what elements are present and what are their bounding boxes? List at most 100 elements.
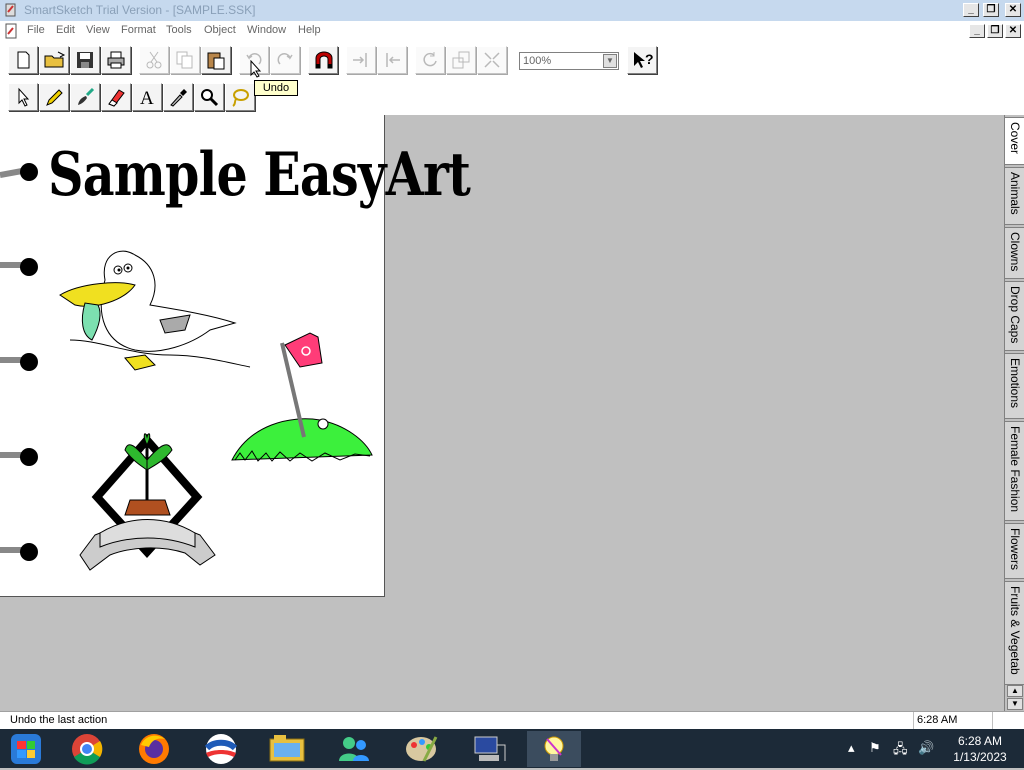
- eyedropper-tool-button[interactable]: [163, 83, 193, 111]
- save-button[interactable]: [70, 46, 100, 74]
- tab-label: Female Fashion: [1008, 426, 1022, 513]
- lasso-tool-button[interactable]: [225, 83, 255, 111]
- network-icon[interactable]: 🖧: [893, 740, 908, 762]
- save-disk-icon: [77, 52, 93, 68]
- brush-tool-button[interactable]: [70, 83, 100, 111]
- redo-arrow-icon: [277, 53, 293, 65]
- doc-restore-button[interactable]: ❐: [987, 24, 1003, 38]
- tab-clowns[interactable]: Clowns: [1005, 227, 1024, 279]
- tab-scroll-down-button[interactable]: ▼: [1007, 698, 1023, 710]
- taskbar-chrome[interactable]: [60, 731, 114, 767]
- smartsketch-app-icon[interactable]: [3, 2, 19, 18]
- taskbar-file-explorer[interactable]: [260, 731, 314, 767]
- paste-button[interactable]: [201, 46, 231, 74]
- menu-edit[interactable]: Edit: [56, 24, 75, 36]
- pencil-tool-button[interactable]: [39, 83, 69, 111]
- arrow-pointer-icon: [18, 87, 30, 107]
- pelican-clipart[interactable]: [59, 250, 251, 371]
- pencil-icon: [46, 89, 63, 106]
- category-tabs: Cover Animals Clowns Drop Caps Emotions …: [1004, 115, 1024, 711]
- menu-view[interactable]: View: [86, 24, 110, 36]
- start-orb-icon: [11, 734, 41, 764]
- group-button[interactable]: [446, 46, 476, 74]
- title-bar: SmartSketch Trial Version - [SAMPLE.SSK]…: [0, 0, 1024, 21]
- menu-format[interactable]: Format: [121, 24, 156, 36]
- doc-minimize-button[interactable]: _: [969, 24, 985, 38]
- text-tool-button[interactable]: A: [132, 83, 162, 111]
- context-help-button[interactable]: ?: [627, 46, 657, 74]
- cut-button[interactable]: [139, 46, 169, 74]
- rotate-button[interactable]: [415, 46, 445, 74]
- svg-text:A: A: [140, 88, 154, 107]
- paint-palette-icon: [406, 736, 438, 762]
- tab-label: Cover: [1008, 122, 1022, 155]
- minimize-button[interactable]: _: [963, 3, 979, 17]
- mouse-cursor-icon: [250, 60, 262, 78]
- tab-label: Clowns: [1008, 232, 1022, 272]
- chrome-icon: [72, 734, 103, 765]
- clipart-library-button[interactable]: [308, 46, 338, 74]
- tab-female-fashion[interactable]: Female Fashion: [1005, 421, 1024, 521]
- start-button[interactable]: [0, 731, 54, 767]
- send-backward-button[interactable]: [377, 46, 407, 74]
- tab-label: Flowers: [1008, 528, 1022, 571]
- new-button[interactable]: [8, 46, 38, 74]
- folder-icon: [269, 735, 305, 762]
- taskbar-obama-campaign[interactable]: [194, 731, 248, 767]
- restore-button[interactable]: ❐: [983, 3, 999, 17]
- tab-label: Drop Caps: [1008, 286, 1022, 344]
- smartsketch-bulb-icon: [544, 736, 564, 761]
- doc-close-button[interactable]: ✕: [1005, 24, 1021, 38]
- open-folder-icon: [44, 51, 66, 68]
- arrow-in-icon: [353, 53, 367, 67]
- window-title: SmartSketch Trial Version - [SAMPLE.SSK]: [24, 3, 256, 17]
- eyedropper-icon: [170, 89, 187, 107]
- svg-text:?: ?: [645, 51, 654, 67]
- taskbar-paint[interactable]: [394, 731, 448, 767]
- copy-button[interactable]: [170, 46, 200, 74]
- taskbar-messenger[interactable]: [327, 731, 381, 767]
- taskbar-firefox[interactable]: [127, 731, 181, 767]
- tab-fruits-vegetables[interactable]: Fruits & Vegetab: [1005, 581, 1024, 685]
- open-button[interactable]: [39, 46, 69, 74]
- menu-object[interactable]: Object: [204, 24, 236, 36]
- chevron-down-icon[interactable]: ▼: [603, 54, 617, 68]
- eraser-tool-button[interactable]: [101, 83, 131, 111]
- tab-cover[interactable]: Cover: [1005, 117, 1024, 165]
- tab-flowers[interactable]: Flowers: [1005, 523, 1024, 579]
- redo-button[interactable]: [270, 46, 300, 74]
- tab-emotions[interactable]: Emotions: [1005, 353, 1024, 419]
- clock-date: 1/13/2023: [953, 750, 1007, 764]
- bring-forward-button[interactable]: [346, 46, 376, 74]
- clipart-artwork[interactable]: [0, 115, 384, 596]
- taskbar-network-computer[interactable]: [461, 731, 515, 767]
- menu-window[interactable]: Window: [247, 24, 286, 36]
- golf-flag-clipart[interactable]: [231, 332, 373, 462]
- flag-icon[interactable]: ⚑: [869, 740, 881, 756]
- plant-banner-clipart[interactable]: [79, 433, 216, 571]
- ungroup-button[interactable]: [477, 46, 507, 74]
- tab-animals[interactable]: Animals: [1005, 167, 1024, 225]
- menu-file[interactable]: File: [27, 24, 45, 36]
- taskbar-smartsketch[interactable]: [527, 731, 581, 767]
- scissors-icon: [146, 51, 162, 69]
- menu-tools[interactable]: Tools: [166, 24, 192, 36]
- menu-help[interactable]: Help: [298, 24, 321, 36]
- select-tool-button[interactable]: [8, 83, 38, 111]
- help-pointer-icon: ?: [634, 51, 654, 68]
- close-button[interactable]: ✕: [1005, 3, 1021, 17]
- show-hidden-icons-chevron-icon[interactable]: ▴: [848, 740, 855, 756]
- tab-drop-caps[interactable]: Drop Caps: [1005, 281, 1024, 351]
- taskbar-clock[interactable]: 6:28 AM 1/13/2023: [946, 733, 1014, 765]
- print-button[interactable]: [101, 46, 131, 74]
- lasso-icon: [232, 89, 249, 107]
- tab-scroll-up-button[interactable]: ▲: [1007, 685, 1023, 697]
- volume-icon[interactable]: 🔊: [918, 740, 934, 756]
- zoom-select[interactable]: 100% ▼: [519, 52, 619, 70]
- clipboard-icon: [207, 52, 225, 70]
- zoom-tool-button[interactable]: [194, 83, 224, 111]
- ungroup-icon: [484, 52, 500, 68]
- status-message: Undo the last action: [10, 714, 108, 726]
- document-icon[interactable]: [3, 23, 19, 39]
- status-time: 6:28 AM: [913, 712, 993, 729]
